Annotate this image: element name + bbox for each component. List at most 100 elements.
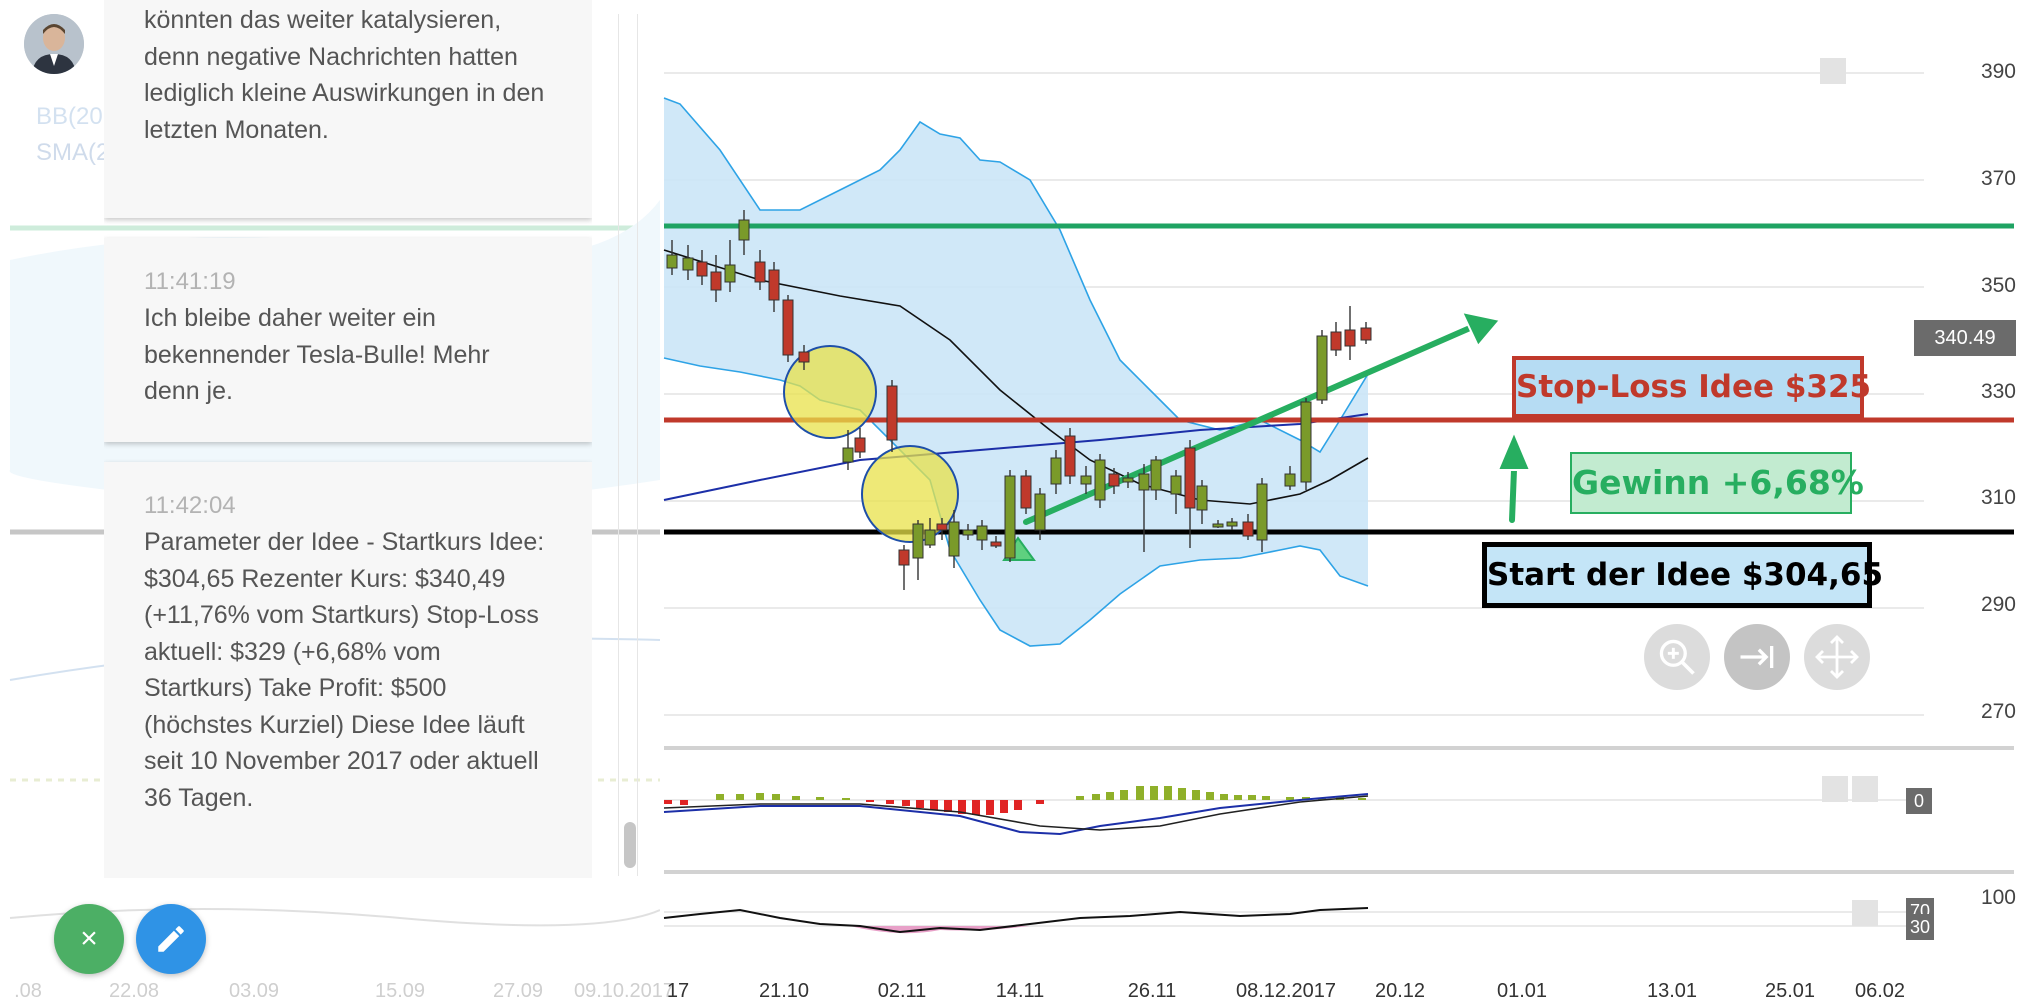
- candle-body: [1316, 335, 1328, 401]
- candle-body: [682, 257, 694, 271]
- current-price-tag: 340.49: [1914, 320, 2016, 356]
- macd-bar: [986, 800, 994, 815]
- candle-body: [886, 385, 898, 441]
- macd-bar: [842, 798, 850, 800]
- panel-up-button[interactable]: [1852, 900, 1878, 926]
- scrollbar-thumb[interactable]: [624, 822, 636, 868]
- panel-down-button[interactable]: [1822, 776, 1848, 802]
- candle-body: [710, 271, 722, 291]
- candle-body: [854, 437, 866, 453]
- candle-body: [1344, 329, 1356, 347]
- macd-bar: [816, 797, 824, 800]
- panel-up-button[interactable]: [1852, 776, 1878, 802]
- macd-bar: [1136, 786, 1144, 800]
- macd-bar: [902, 800, 910, 806]
- candle-body: [976, 525, 988, 541]
- panel-splitter[interactable]: [618, 14, 638, 876]
- candle-body: [1108, 473, 1120, 487]
- x-tick: 25.01: [1764, 980, 1816, 1002]
- message-card: könnten das weiter katalysieren, denn ne…: [104, 0, 592, 218]
- candle-body: [912, 523, 924, 559]
- candle-body: [782, 299, 794, 356]
- candle-body: [738, 219, 750, 241]
- message-time: 11:41:19: [144, 268, 236, 295]
- idea-message-panel[interactable]: könnten das weiter katalysieren, denn ne…: [104, 0, 592, 878]
- pan-button[interactable]: [1804, 624, 1870, 690]
- candle-body: [1138, 473, 1150, 491]
- macd-bar: [1358, 798, 1366, 800]
- macd-bar: [1262, 796, 1270, 800]
- x-tick: 20.12: [1374, 980, 1426, 1002]
- message-text: könnten das weiter katalysieren, denn ne…: [144, 6, 545, 144]
- candle-body: [842, 447, 854, 463]
- user-avatar-icon: [24, 14, 84, 74]
- macd-bar: [716, 794, 724, 800]
- candle-body: [1212, 523, 1224, 528]
- x-tick: 14.11: [995, 980, 1045, 1002]
- x-tick: 26.11: [1127, 980, 1177, 1002]
- macd-bar: [680, 800, 688, 805]
- rsi-lower-tag: 30: [1906, 914, 1934, 940]
- candle-body: [1300, 401, 1312, 483]
- zoom-in-icon: [1659, 639, 1695, 675]
- candle-body: [1050, 457, 1062, 485]
- macd-bar: [1150, 786, 1158, 800]
- y-tick: 350: [1980, 274, 2016, 297]
- macd-bar: [1234, 795, 1242, 800]
- candle-body: [1226, 521, 1238, 527]
- go-to-end-button[interactable]: [1724, 624, 1790, 690]
- macd-bar: [1092, 794, 1100, 800]
- avatar[interactable]: [24, 14, 84, 74]
- macd-bar: [1178, 788, 1186, 800]
- candle: [1094, 454, 1106, 508]
- macd-bar: [772, 794, 780, 800]
- macd-bar: [886, 800, 894, 804]
- candle-body: [990, 541, 1002, 547]
- y-tick: 270: [1980, 700, 2016, 723]
- y-tick: 390: [1980, 60, 2016, 83]
- candle-body: [948, 521, 960, 557]
- candle-body: [1184, 447, 1196, 509]
- collapse-panel-button[interactable]: [1820, 58, 1846, 84]
- macd-bar: [1206, 792, 1214, 800]
- zoom-button[interactable]: [1644, 624, 1710, 690]
- candle: [1064, 428, 1076, 484]
- candle-body: [724, 264, 736, 283]
- macd-bar: [866, 800, 874, 802]
- macd-zero-tag: 0: [1906, 788, 1932, 814]
- x-tick: 21.10: [758, 980, 810, 1002]
- candle: [1020, 470, 1032, 514]
- x-tick: 02.11: [877, 980, 927, 1002]
- candle-body: [898, 549, 910, 566]
- candle-body: [924, 529, 936, 546]
- bg-x-tick: 22.08: [108, 980, 160, 1002]
- close-button[interactable]: ×: [54, 904, 124, 974]
- candle: [854, 428, 866, 458]
- x-tick: 17: [666, 980, 690, 1002]
- candle-body: [696, 261, 708, 277]
- candle-body: [1122, 477, 1134, 483]
- edit-button[interactable]: [136, 904, 206, 974]
- y-tick: 370: [1980, 167, 2016, 190]
- candle-body: [1080, 475, 1092, 485]
- candle-body: [1150, 459, 1162, 491]
- candle-body: [1094, 459, 1106, 501]
- macd-bar: [1286, 797, 1294, 800]
- rsi-top-label: 100: [1980, 886, 2016, 909]
- candle-body: [962, 529, 974, 536]
- x-tick: 01.01: [1496, 980, 1548, 1002]
- macd-bar: [1000, 800, 1008, 813]
- candle-body: [1256, 483, 1268, 541]
- close-icon: ×: [80, 922, 98, 955]
- macd-bar: [1036, 800, 1044, 804]
- bg-x-tick: 27.09: [492, 980, 544, 1002]
- candle-body: [1020, 475, 1032, 509]
- candle-body: [936, 523, 948, 531]
- message-text: Parameter der Idee - Startkurs Idee: $30…: [144, 528, 545, 812]
- candle-body: [1034, 493, 1046, 531]
- macd-bar: [1106, 792, 1114, 800]
- macd-bar: [1248, 795, 1256, 800]
- bg-x-tick: .08: [14, 980, 42, 1002]
- macd-bar: [1220, 794, 1228, 800]
- stop-raise-arrow: [1509, 467, 1517, 523]
